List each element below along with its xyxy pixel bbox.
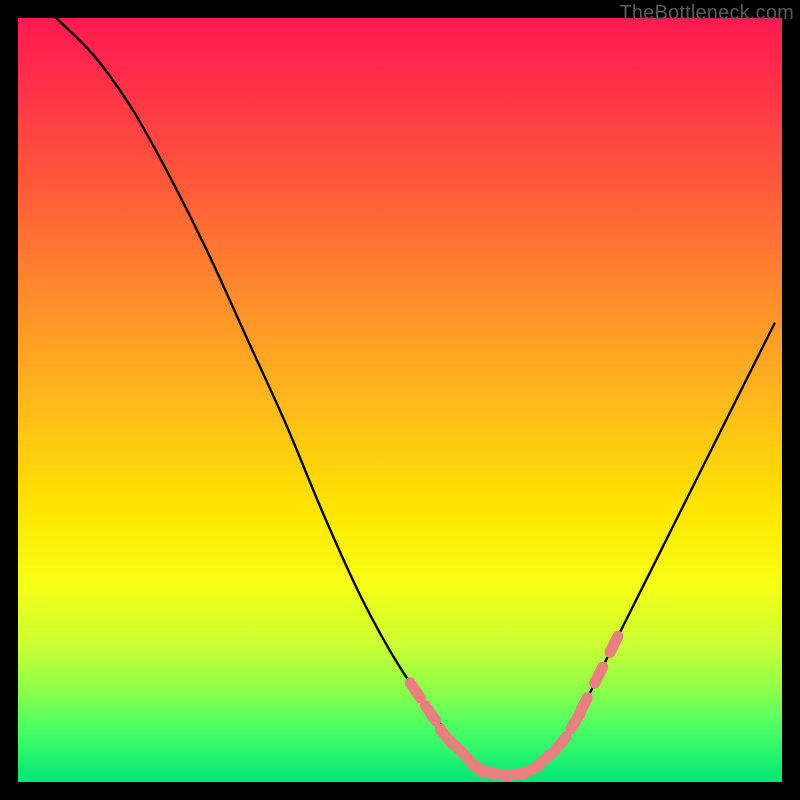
watermark-text: TheBottleneck.com — [619, 2, 794, 25]
plot-area — [18, 18, 782, 782]
chart-frame — [18, 18, 782, 782]
marker-dash — [595, 667, 603, 683]
marker-dash — [440, 729, 451, 743]
marker-dash — [555, 737, 566, 751]
marker-dash — [455, 745, 468, 758]
marker-group — [410, 636, 618, 775]
marker-dash — [610, 636, 618, 652]
marker-dash — [538, 753, 552, 765]
marker-dash — [426, 706, 436, 721]
bottleneck-curve — [56, 18, 774, 775]
marker-dash — [579, 698, 587, 714]
marker-dash — [410, 683, 420, 698]
curve-svg — [18, 18, 782, 782]
